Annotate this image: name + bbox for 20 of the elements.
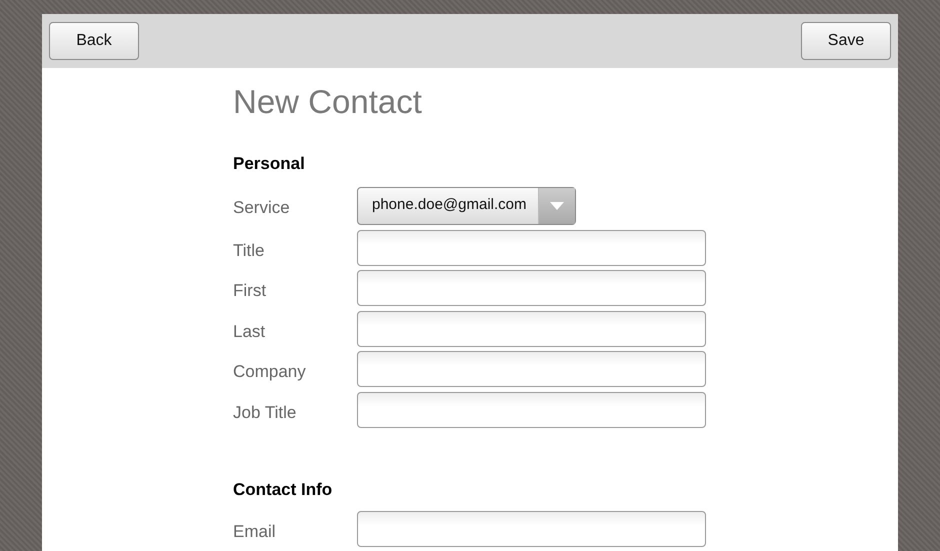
input-field[interactable] bbox=[357, 270, 706, 306]
field-label: Service bbox=[233, 196, 291, 219]
caret-icon bbox=[550, 202, 564, 210]
field-label: First bbox=[233, 280, 268, 302]
field-label: Last bbox=[233, 320, 266, 343]
back-button[interactable]: Back bbox=[49, 22, 139, 60]
service-dropdown[interactable]: phone.doe@gmail.com bbox=[357, 186, 576, 225]
input-field[interactable] bbox=[357, 392, 706, 428]
section-heading: Contact Info bbox=[233, 480, 334, 501]
save-button[interactable]: Save bbox=[801, 22, 891, 60]
input-field[interactable] bbox=[357, 230, 706, 266]
section-heading: Personal bbox=[233, 154, 306, 175]
input-field[interactable] bbox=[357, 351, 706, 388]
field-label: Company bbox=[233, 361, 307, 384]
input-field[interactable] bbox=[357, 310, 706, 347]
field-label: Title bbox=[233, 240, 266, 262]
page-title: New Contact bbox=[233, 84, 423, 120]
field-label: Email bbox=[233, 520, 277, 543]
input-field[interactable] bbox=[357, 510, 706, 547]
field-label: Job Title bbox=[233, 402, 298, 424]
